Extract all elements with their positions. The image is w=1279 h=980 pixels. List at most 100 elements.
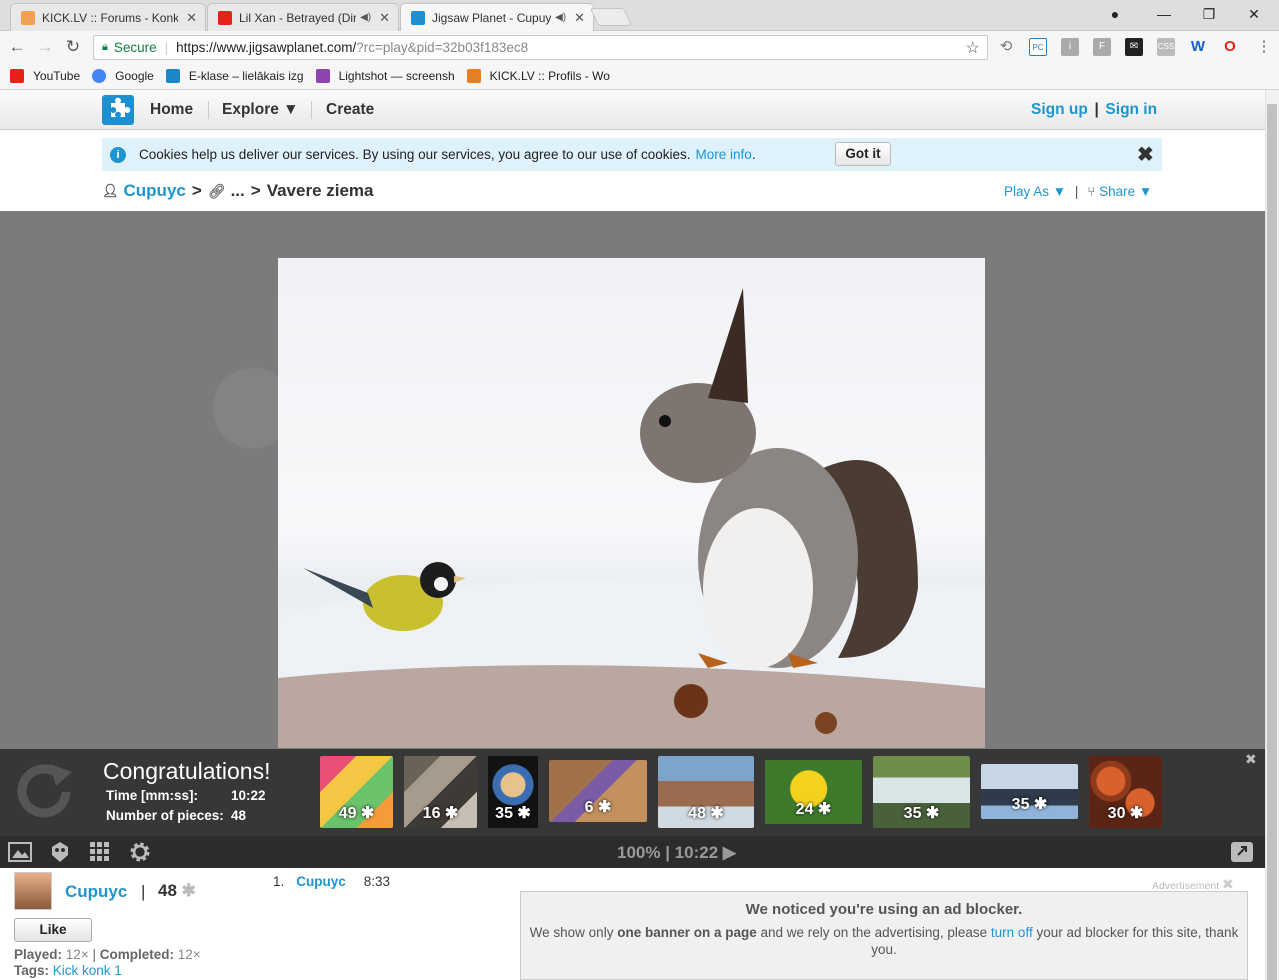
back-arrow-icon[interactable]: ←	[5, 35, 29, 59]
bookmark-kick-profils[interactable]: KICK.LV :: Profils - Wo	[466, 69, 610, 83]
close-window-button[interactable]: ✕	[1240, 3, 1268, 25]
tab-kick-forums[interactable]: KICK.LV :: Forums - Konk ✕	[10, 3, 206, 31]
close-tab-icon[interactable]: ✕	[574, 10, 585, 26]
time-value: 10:22	[231, 788, 266, 803]
replay-icon[interactable]	[14, 760, 74, 820]
opera-extension-icon[interactable]: O	[1221, 38, 1239, 56]
jigsaw-logo-icon[interactable]	[102, 95, 134, 125]
cookie-more-info-link[interactable]: More info	[696, 147, 752, 162]
pieces-label: Number of pieces:	[106, 808, 224, 823]
bookmark-label: YouTube	[33, 69, 81, 83]
author-name[interactable]: Cupuyc	[65, 882, 127, 902]
youtube-favicon-icon	[218, 10, 232, 25]
close-tab-icon[interactable]: ✕	[186, 10, 197, 26]
cookie-got-it-button[interactable]: Got it	[835, 142, 891, 166]
gear-icon[interactable]	[128, 841, 152, 863]
suggested-puzzle-thumb[interactable]: 24 ✱	[765, 760, 862, 824]
tab-jigsaw-planet[interactable]: Jigsaw Planet - Cupuy ◀) ✕	[400, 3, 594, 31]
bookmark-youtube[interactable]: YouTube	[10, 69, 80, 83]
url-text: https://www.jigsawplanet.com/?rc=play&pi…	[176, 40, 528, 55]
suggested-puzzle-thumb[interactable]: 48 ✱	[658, 756, 754, 828]
close-ad-icon[interactable]: ✖	[1222, 876, 1234, 892]
suggested-puzzle-thumb[interactable]: 30 ✱	[1089, 756, 1162, 828]
ghost-image-icon[interactable]	[48, 841, 72, 863]
image-preview-icon[interactable]	[8, 841, 32, 863]
minimize-button[interactable]: —	[1150, 3, 1178, 25]
pieces-number: 30	[1107, 805, 1126, 822]
url-input[interactable]: 🔒︎ Secure | https://www.jigsawplanet.com…	[93, 35, 988, 60]
scrollbar-thumb[interactable]	[1267, 104, 1277, 980]
adblock-notice: We noticed you're using an ad blocker. W…	[520, 891, 1248, 980]
share-dropdown[interactable]: Share ▼	[1099, 184, 1152, 199]
zoom-and-timer[interactable]: 100% | 10:22 ▶	[617, 843, 736, 863]
scatter-grid-icon[interactable]	[88, 841, 112, 863]
rank-number: 1.	[273, 874, 285, 889]
forward-arrow-icon[interactable]: →	[33, 35, 57, 59]
css-extension-icon[interactable]: CSS	[1157, 38, 1175, 56]
suggested-puzzle-thumb[interactable]: 16 ✱	[404, 756, 477, 828]
fullscreen-icon[interactable]	[1230, 841, 1254, 863]
fox-icon	[466, 69, 481, 83]
url-query: ?rc=play&pid=32b03f183ec8	[356, 40, 529, 55]
lock-icon: 🔒︎	[102, 41, 108, 53]
avatar[interactable]	[14, 872, 52, 910]
maximize-button[interactable]: ❐	[1195, 3, 1223, 25]
suggested-puzzle-thumb[interactable]: 6 ✱	[549, 760, 647, 822]
nav-create[interactable]: Create	[326, 101, 374, 119]
author-pieces: 48 ✱	[158, 881, 196, 901]
breadcrumb-user[interactable]: Cupuyc	[124, 181, 186, 201]
nav-explore[interactable]: Explore ▼	[222, 101, 299, 119]
suggested-puzzle-thumb[interactable]: 35 ✱	[488, 756, 538, 828]
pieces-number: 24	[795, 801, 814, 818]
signup-link[interactable]: Sign up	[1031, 101, 1088, 118]
suggested-puzzle-thumb[interactable]: 49 ✱	[320, 756, 393, 828]
turn-off-link[interactable]: turn off	[991, 925, 1033, 940]
thumb-pieces-count: 35 ✱	[495, 805, 531, 822]
play-as-dropdown[interactable]: Play As ▼	[1004, 184, 1066, 199]
adblock-text-b: one banner on a page	[617, 925, 757, 940]
speaker-icon[interactable]: ◀)	[360, 12, 371, 23]
adblock-heading: We noticed you're using an ad blocker.	[745, 901, 1023, 918]
like-button[interactable]: Like	[14, 918, 92, 942]
signin-link[interactable]: Sign in	[1105, 101, 1157, 118]
history-icon[interactable]: ⟲	[997, 38, 1015, 56]
suggested-puzzle-thumb[interactable]: 35 ✱	[873, 756, 970, 828]
nav-divider	[208, 101, 209, 119]
pc-extension-icon[interactable]: PC	[1029, 38, 1047, 56]
speaker-icon[interactable]: ◀)	[555, 12, 566, 23]
bookmark-lightshot[interactable]: Lightshot — screensh	[315, 69, 455, 83]
breadcrumb-separator: >	[191, 181, 202, 200]
rank-user-link[interactable]: Cupuyc	[296, 874, 346, 889]
omnibox-divider: |	[164, 40, 169, 55]
author-divider: |	[141, 882, 146, 901]
suggested-puzzle-thumb[interactable]: 35 ✱	[981, 764, 1078, 819]
tag-link[interactable]: Kick konk 1	[53, 963, 122, 978]
menu-kebab-icon[interactable]: ⋮	[1255, 38, 1273, 56]
breadcrumb-ellipsis[interactable]: ...	[231, 181, 245, 201]
thumb-pieces-count: 49 ✱	[338, 805, 375, 822]
completed-value: 12×	[177, 947, 201, 962]
reload-icon[interactable]: ↻	[61, 35, 85, 59]
nav-home[interactable]: Home	[150, 101, 193, 119]
tab-title: Jigsaw Planet - Cupuy	[432, 10, 552, 25]
tab-lil-xan[interactable]: Lil Xan - Betrayed (Dir ◀) ✕	[207, 3, 399, 31]
f-extension-icon[interactable]: F	[1093, 38, 1111, 56]
completed-puzzle-image	[278, 258, 985, 748]
info-extension-icon[interactable]: i	[1061, 38, 1079, 56]
thumb-pieces-count: 6 ✱	[584, 799, 612, 816]
close-tab-icon[interactable]: ✕	[379, 10, 390, 26]
bookmark-google[interactable]: Google	[92, 69, 154, 83]
secure-label: Secure	[113, 40, 157, 55]
w-extension-icon[interactable]: W	[1189, 38, 1207, 56]
congratulations-title: Congratulations!	[103, 758, 271, 784]
bookmark-eklase[interactable]: E-klase – lielākais izg	[165, 69, 304, 83]
adblock-text-a: We show only	[529, 925, 614, 940]
tab-title: Lil Xan - Betrayed (Dir	[239, 10, 357, 25]
bookmark-star-icon[interactable]: ☆	[966, 38, 980, 58]
mail-extension-icon[interactable]: ✉	[1125, 38, 1143, 56]
pieces-number: 48	[688, 805, 706, 822]
close-congratulations-icon[interactable]: ✖	[1245, 751, 1257, 768]
play-stats: Played: 12× | Completed: 12×	[14, 947, 201, 962]
close-icon[interactable]: ✖	[1137, 142, 1154, 167]
profile-icon[interactable]: ●	[1101, 3, 1129, 25]
